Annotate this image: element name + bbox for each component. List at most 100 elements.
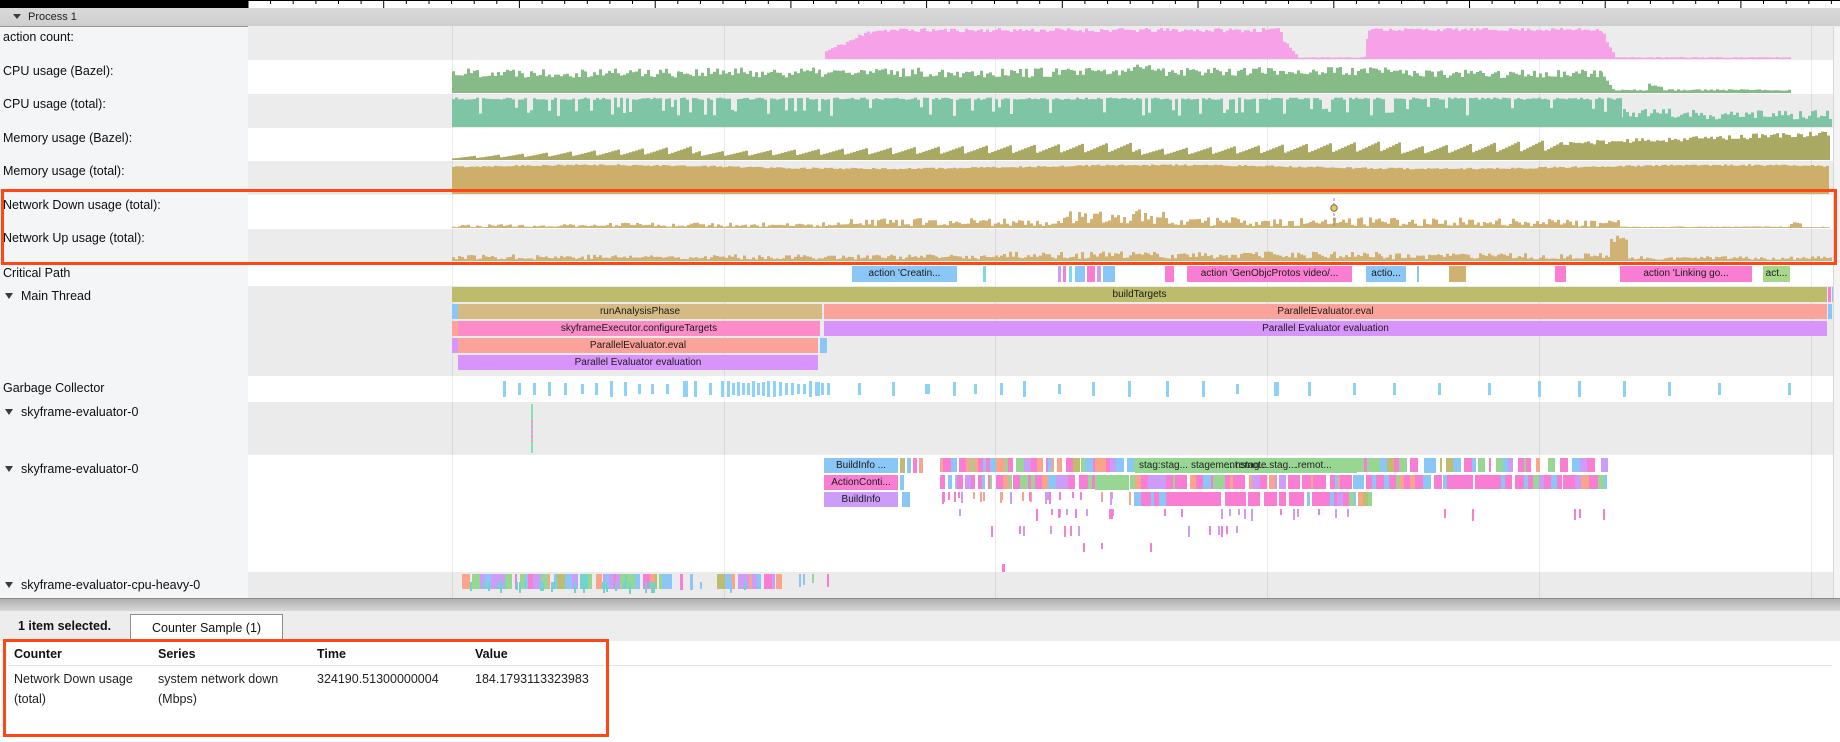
slice[interactable] bbox=[1604, 475, 1607, 489]
slice[interactable] bbox=[1272, 492, 1277, 506]
slice[interactable] bbox=[1252, 475, 1260, 489]
slice[interactable] bbox=[943, 492, 945, 502]
gc-tick[interactable] bbox=[1623, 381, 1626, 397]
slice[interactable] bbox=[957, 475, 963, 489]
gc-tick[interactable] bbox=[925, 384, 930, 394]
slice[interactable] bbox=[1024, 458, 1031, 472]
counter-chart-cpu-usage-total[interactable] bbox=[248, 94, 1840, 128]
gc-tick[interactable] bbox=[1393, 383, 1396, 395]
gc-tick[interactable] bbox=[773, 381, 776, 398]
collapse-triangle-icon[interactable] bbox=[5, 293, 13, 299]
slice[interactable] bbox=[629, 582, 631, 594]
slice[interactable] bbox=[1345, 475, 1352, 489]
slice[interactable] bbox=[744, 582, 746, 590]
slice[interactable] bbox=[1052, 458, 1054, 472]
slice[interactable] bbox=[505, 574, 512, 589]
slice[interactable] bbox=[1372, 458, 1380, 472]
slice[interactable] bbox=[827, 574, 829, 587]
slice[interactable] bbox=[919, 458, 923, 473]
gc-tick[interactable] bbox=[683, 381, 688, 397]
counter-chart-action-count[interactable] bbox=[248, 26, 1840, 60]
slice[interactable] bbox=[1544, 475, 1551, 489]
slice[interactable] bbox=[565, 574, 572, 589]
slice[interactable] bbox=[1073, 458, 1080, 472]
slice[interactable] bbox=[803, 574, 805, 585]
slice[interactable] bbox=[1280, 509, 1282, 515]
slice[interactable] bbox=[488, 582, 490, 591]
slice[interactable] bbox=[1036, 509, 1038, 521]
slice[interactable] bbox=[1587, 458, 1595, 472]
slice[interactable] bbox=[1194, 492, 1201, 506]
sidebar-item-skyframe-evaluator-0-10[interactable]: skyframe-evaluator-0 bbox=[0, 405, 138, 420]
slice[interactable] bbox=[574, 582, 576, 593]
slice[interactable] bbox=[1353, 475, 1361, 489]
slice[interactable] bbox=[500, 582, 502, 593]
slice[interactable] bbox=[1083, 543, 1085, 552]
slice[interactable] bbox=[1029, 492, 1031, 501]
gc-tick[interactable] bbox=[953, 382, 956, 396]
slice[interactable] bbox=[1601, 458, 1608, 472]
slice[interactable] bbox=[1517, 475, 1524, 489]
slice[interactable] bbox=[1099, 458, 1106, 472]
slice[interactable] bbox=[1159, 492, 1166, 506]
slice[interactable] bbox=[973, 492, 975, 499]
slice[interactable] bbox=[900, 458, 905, 473]
gc-tick[interactable] bbox=[694, 381, 697, 398]
slice[interactable] bbox=[996, 475, 1003, 489]
slice[interactable] bbox=[1248, 492, 1255, 506]
slice[interactable] bbox=[653, 582, 655, 593]
sidebar-item-skyframe-evaluator-cpu-heavy-0-12[interactable]: skyframe-evaluator-cpu-heavy-0 bbox=[0, 578, 200, 593]
slice[interactable] bbox=[1166, 492, 1174, 506]
slice[interactable] bbox=[1828, 287, 1831, 302]
slice[interactable] bbox=[1243, 492, 1246, 506]
slice[interactable] bbox=[776, 574, 782, 589]
slice[interactable] bbox=[983, 492, 985, 501]
slice[interactable] bbox=[615, 582, 617, 591]
slice[interactable] bbox=[1188, 526, 1190, 537]
slice[interactable] bbox=[665, 574, 672, 589]
slice[interactable] bbox=[1103, 266, 1115, 282]
slice[interactable] bbox=[1214, 492, 1221, 506]
slice-buildtargets[interactable]: buildTargets bbox=[452, 287, 1827, 302]
slice[interactable] bbox=[635, 574, 640, 589]
gc-tick[interactable] bbox=[651, 384, 654, 395]
slice[interactable] bbox=[958, 492, 960, 498]
gc-tick[interactable] bbox=[1788, 383, 1791, 396]
slice[interactable] bbox=[1279, 475, 1286, 489]
collapse-triangle-icon[interactable] bbox=[5, 409, 13, 415]
slice-runanalysisphase[interactable]: runAnalysisPhase bbox=[458, 304, 822, 319]
track-skyframe-evaluator-0-a[interactable] bbox=[248, 402, 1840, 455]
slice[interactable] bbox=[1318, 509, 1320, 515]
slice[interactable] bbox=[1226, 526, 1228, 534]
slice[interactable] bbox=[730, 582, 732, 593]
slice[interactable] bbox=[1150, 543, 1152, 552]
slice[interactable] bbox=[548, 574, 550, 589]
slice[interactable] bbox=[690, 574, 693, 590]
track-cpu-usage-bazel[interactable] bbox=[248, 60, 1840, 94]
slice[interactable] bbox=[1526, 458, 1531, 472]
slice[interactable] bbox=[1357, 458, 1364, 472]
gc-tick[interactable] bbox=[610, 381, 613, 396]
slice[interactable] bbox=[1069, 266, 1072, 282]
slice[interactable] bbox=[1478, 458, 1485, 472]
slice[interactable] bbox=[1508, 475, 1512, 489]
slice[interactable] bbox=[1221, 509, 1223, 519]
slice[interactable] bbox=[1472, 509, 1474, 521]
slice[interactable] bbox=[1581, 475, 1589, 489]
slice[interactable] bbox=[1580, 458, 1587, 472]
slice[interactable] bbox=[602, 582, 604, 589]
slice[interactable] bbox=[1186, 492, 1194, 506]
slice[interactable] bbox=[1019, 526, 1021, 534]
slice[interactable] bbox=[1179, 492, 1186, 506]
slice[interactable] bbox=[1297, 509, 1299, 517]
slice[interactable] bbox=[1218, 526, 1220, 535]
slice[interactable] bbox=[1037, 458, 1043, 472]
slice-action-creatin-[interactable]: action 'Creatin... bbox=[852, 266, 957, 282]
slice[interactable] bbox=[1472, 458, 1476, 472]
slice[interactable] bbox=[1458, 475, 1465, 489]
slice[interactable] bbox=[1417, 266, 1419, 282]
slice[interactable] bbox=[542, 582, 544, 591]
slice[interactable] bbox=[1047, 492, 1049, 500]
slice[interactable] bbox=[1057, 458, 1062, 472]
slice-parallel-evaluator-evaluation[interactable]: Parallel Evaluator evaluation bbox=[458, 355, 818, 370]
